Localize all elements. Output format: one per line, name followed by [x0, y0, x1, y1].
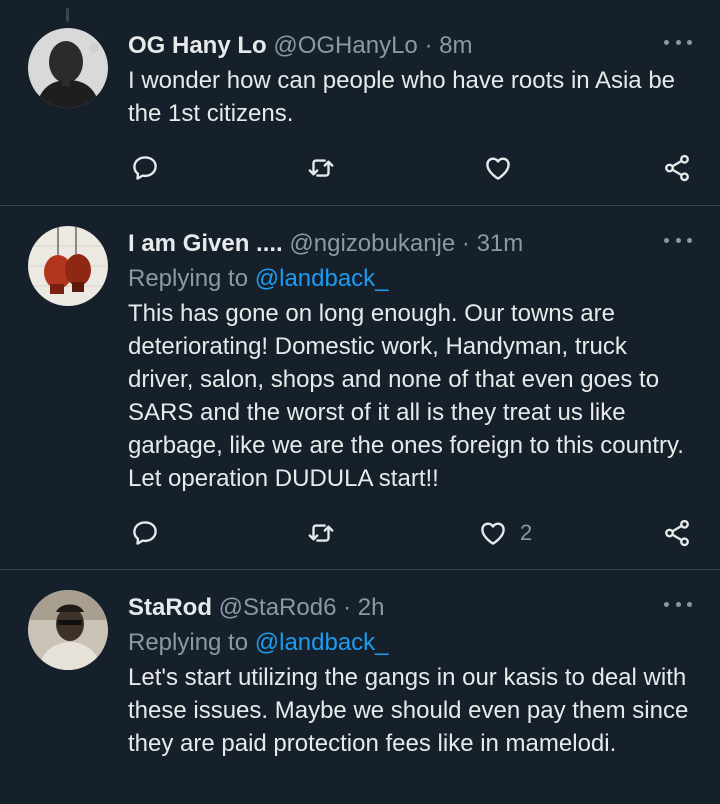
- more-icon[interactable]: [664, 234, 692, 246]
- tweet-text: This has gone on long enough. Our towns …: [128, 300, 684, 492]
- timestamp[interactable]: 31m: [477, 230, 524, 257]
- author-name[interactable]: I am Given ....: [128, 230, 283, 257]
- avatar[interactable]: [28, 226, 108, 306]
- reply-icon: [133, 521, 157, 545]
- replying-to-label: Replying to: [128, 265, 249, 292]
- timestamp[interactable]: 2h: [358, 594, 385, 621]
- like-button[interactable]: 2: [478, 513, 532, 553]
- separator: ·: [461, 230, 470, 257]
- mention-link[interactable]: @landback_: [255, 629, 389, 656]
- reply-icon: [133, 156, 157, 180]
- replying-to-label: Replying to: [128, 629, 249, 656]
- like-count: 2: [520, 520, 533, 545]
- author-handle[interactable]: @StaRod6: [219, 594, 337, 621]
- author-name[interactable]: OG Hany Lo: [128, 32, 267, 59]
- tweet[interactable]: StaRod @StaRod6 · 2h Replying to @landba…: [0, 570, 720, 804]
- more-icon[interactable]: [664, 598, 692, 610]
- share-button[interactable]: [662, 148, 692, 188]
- tweet-text: I wonder how can people who have roots i…: [128, 67, 676, 127]
- separator: ·: [343, 594, 352, 621]
- retweet-icon: [308, 159, 334, 177]
- more-icon[interactable]: [664, 36, 692, 48]
- author-handle[interactable]: @ngizobukanje: [289, 230, 455, 257]
- reply-button[interactable]: [130, 513, 160, 553]
- tweet[interactable]: I am Given .... @ngizobukanje · 31m Repl…: [0, 206, 720, 569]
- author-handle[interactable]: @OGHanyLo: [273, 32, 417, 59]
- retweet-button[interactable]: [306, 513, 336, 553]
- mention-link[interactable]: @landback_: [255, 265, 389, 292]
- author-name[interactable]: StaRod: [128, 594, 212, 621]
- timestamp[interactable]: 8m: [439, 32, 472, 59]
- replying-to: Replying to @landback_: [128, 626, 692, 659]
- retweet-button[interactable]: [306, 148, 336, 188]
- reply-button[interactable]: [130, 148, 160, 188]
- avatar[interactable]: [28, 590, 108, 670]
- like-icon: [481, 522, 505, 545]
- separator: ·: [424, 32, 433, 59]
- replying-to: Replying to @landback_: [128, 262, 692, 295]
- share-icon: [665, 154, 689, 182]
- share-icon: [665, 519, 689, 547]
- like-icon: [486, 157, 510, 180]
- share-button[interactable]: [662, 513, 692, 553]
- like-button[interactable]: [483, 148, 513, 188]
- tweet[interactable]: OG Hany Lo @OGHanyLo · 8m I wonder how c…: [0, 0, 720, 205]
- retweet-icon: [308, 524, 334, 542]
- avatar[interactable]: [28, 28, 108, 108]
- tweet-text: Let's start utilizing the gangs in our k…: [128, 664, 689, 757]
